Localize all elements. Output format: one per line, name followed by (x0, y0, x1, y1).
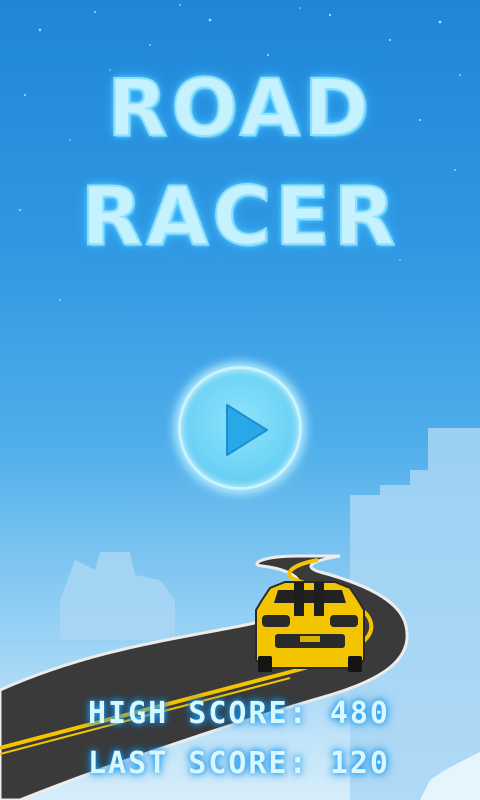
high-score-value: 480 (329, 696, 390, 731)
last-score-row: LAST SCORE: 120 (0, 746, 480, 786)
last-score-value: 120 (329, 746, 390, 781)
last-score-label: LAST SCORE: (88, 746, 309, 781)
game-screen: ROAD RACER HIGH SCORE: 480 LAST SCORE: 1… (0, 0, 480, 800)
play-icon (226, 404, 268, 456)
play-button[interactable] (178, 366, 302, 490)
high-score-label: HIGH SCORE: (88, 696, 309, 731)
high-score-row: HIGH SCORE: 480 (0, 696, 480, 736)
yellow-car (255, 581, 365, 672)
